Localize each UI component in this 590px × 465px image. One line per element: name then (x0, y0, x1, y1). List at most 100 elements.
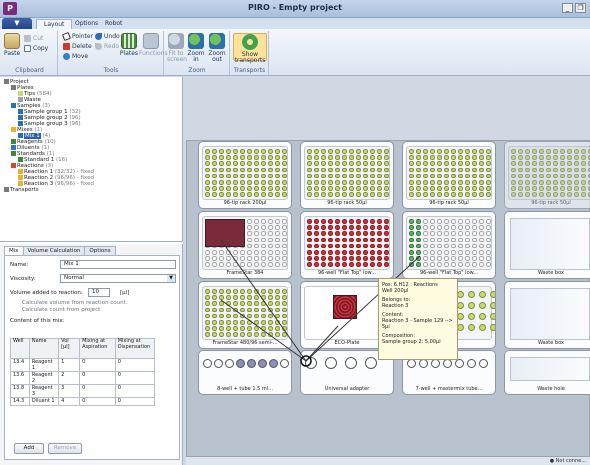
tip[interactable] (205, 186, 210, 191)
tip[interactable] (553, 167, 558, 173)
tip[interactable] (539, 149, 544, 154)
tip[interactable] (261, 186, 266, 191)
well[interactable] (451, 237, 456, 243)
tip[interactable] (525, 161, 530, 166)
col-name[interactable]: Name (28, 338, 60, 359)
tip[interactable] (465, 149, 470, 154)
well[interactable] (261, 237, 266, 243)
tip[interactable] (219, 301, 224, 306)
well[interactable] (247, 219, 252, 224)
tip[interactable] (268, 180, 273, 185)
tip[interactable] (226, 192, 231, 197)
tip[interactable] (567, 180, 572, 185)
well[interactable] (409, 262, 414, 267)
tip[interactable] (560, 186, 565, 191)
tip[interactable] (307, 192, 312, 197)
well[interactable] (335, 256, 340, 261)
tip[interactable] (212, 320, 217, 325)
name-field[interactable]: Mix 1 (60, 260, 176, 269)
tube[interactable] (407, 359, 416, 368)
well[interactable] (479, 250, 484, 255)
well[interactable] (437, 225, 442, 230)
tip[interactable] (233, 295, 238, 300)
well[interactable] (275, 237, 280, 243)
tip[interactable] (212, 307, 217, 313)
tube[interactable] (236, 359, 245, 368)
tip[interactable] (314, 192, 319, 197)
well[interactable] (430, 250, 435, 255)
well[interactable] (363, 225, 368, 230)
tip[interactable] (212, 295, 217, 300)
tip[interactable] (458, 161, 463, 166)
tube[interactable] (457, 291, 464, 298)
tip[interactable] (409, 180, 414, 185)
well[interactable] (268, 219, 273, 224)
tip[interactable] (546, 186, 551, 191)
tip[interactable] (226, 301, 231, 306)
tip[interactable] (240, 186, 245, 191)
tip[interactable] (567, 155, 572, 160)
well[interactable] (275, 250, 280, 255)
tip[interactable] (219, 149, 224, 154)
tip[interactable] (430, 149, 435, 154)
well[interactable] (233, 262, 238, 267)
tip[interactable] (458, 173, 463, 179)
tip[interactable] (282, 149, 287, 154)
tip[interactable] (416, 173, 421, 179)
tip[interactable] (275, 320, 280, 325)
tip[interactable] (451, 167, 456, 173)
col-mix-asp[interactable]: Mixing at Aspiration (79, 338, 116, 359)
well[interactable] (444, 225, 449, 230)
cell-mix-asp[interactable]: 0 (79, 371, 116, 385)
tip[interactable] (254, 301, 259, 306)
well[interactable] (342, 237, 347, 243)
cell-mix-asp[interactable]: 0 (79, 384, 116, 398)
tip[interactable] (342, 155, 347, 160)
tip[interactable] (363, 161, 368, 166)
well[interactable] (254, 256, 259, 261)
volume-field[interactable]: 10 (88, 288, 110, 297)
well[interactable] (356, 262, 361, 267)
remove-button[interactable]: Remove (48, 443, 82, 454)
well[interactable] (465, 225, 470, 230)
tip[interactable] (444, 192, 449, 197)
tip[interactable] (560, 161, 565, 166)
tip[interactable] (254, 295, 259, 300)
tip[interactable] (247, 149, 252, 154)
tip[interactable] (423, 155, 428, 160)
tip[interactable] (349, 186, 354, 191)
well[interactable] (458, 262, 463, 267)
well[interactable] (335, 243, 340, 249)
tube[interactable] (468, 324, 475, 331)
tip[interactable] (226, 161, 231, 166)
well[interactable] (423, 262, 428, 267)
well[interactable] (328, 225, 333, 230)
tip[interactable] (254, 167, 259, 173)
tip[interactable] (370, 173, 375, 179)
show-transports-button[interactable]: Show transports (233, 33, 267, 64)
tip[interactable] (307, 173, 312, 179)
well[interactable] (416, 231, 421, 236)
app-menu-button[interactable]: ▼ (2, 18, 32, 29)
tip[interactable] (282, 155, 287, 160)
well[interactable] (437, 243, 442, 249)
well[interactable] (444, 262, 449, 267)
well[interactable] (363, 262, 368, 267)
tab-mix-options[interactable]: Options (84, 246, 116, 255)
tip[interactable] (233, 320, 238, 325)
tip[interactable] (205, 295, 210, 300)
tip[interactable] (328, 173, 333, 179)
well[interactable] (384, 243, 389, 249)
well[interactable] (465, 250, 470, 255)
well[interactable] (437, 237, 442, 243)
tip[interactable] (532, 161, 537, 166)
tip[interactable] (416, 149, 421, 154)
well[interactable] (328, 262, 333, 267)
well[interactable] (268, 250, 273, 255)
well[interactable] (328, 243, 333, 249)
tip[interactable] (560, 192, 565, 197)
well[interactable] (342, 243, 347, 249)
deck-slot-r0c0[interactable]: 96-tip rack 200µl (198, 141, 292, 209)
tip[interactable] (356, 180, 361, 185)
well[interactable] (409, 250, 414, 255)
